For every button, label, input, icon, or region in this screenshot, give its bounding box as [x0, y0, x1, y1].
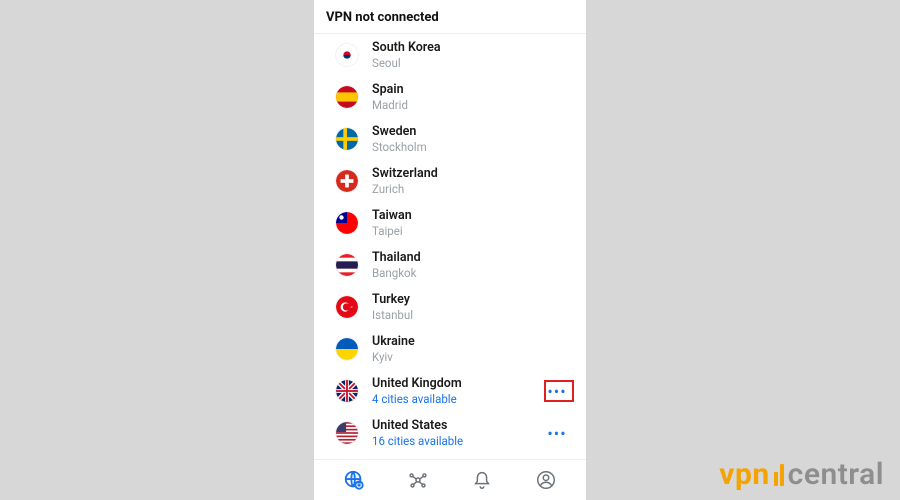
tab-profile[interactable] — [526, 460, 566, 500]
country-row[interactable]: South KoreaSeoul — [314, 34, 586, 76]
tab-globe[interactable] — [334, 460, 374, 500]
city-name: Kyiv — [372, 350, 572, 364]
city-name: Zurich — [372, 182, 572, 196]
city-name: Istanbul — [372, 308, 572, 322]
more-options-button[interactable]: ••• — [542, 382, 572, 401]
country-labels: TurkeyIstanbul — [372, 292, 572, 322]
country-row[interactable]: United Kingdom4 cities available••• — [314, 370, 586, 412]
country-name: Taiwan — [372, 208, 572, 224]
country-row[interactable]: TaiwanTaipei — [314, 202, 586, 244]
country-labels: SwitzerlandZurich — [372, 166, 572, 196]
country-row[interactable]: TurkeyIstanbul — [314, 286, 586, 328]
bell-icon — [471, 469, 493, 491]
app-screen: VPN not connected South KoreaSeoul SpainM… — [314, 0, 586, 500]
country-name: United States — [372, 418, 542, 434]
country-row[interactable]: SwitzerlandZurich — [314, 160, 586, 202]
watermark-right: central — [788, 457, 884, 492]
signal-bars-icon — [774, 464, 784, 486]
country-list[interactable]: South KoreaSeoul SpainMadrid SwedenStockho… — [314, 34, 586, 459]
tab-notifications[interactable] — [462, 460, 502, 500]
country-labels: United Kingdom4 cities available — [372, 376, 542, 406]
status-header: VPN not connected — [314, 0, 586, 34]
flag-icon — [336, 296, 358, 318]
globe-lock-icon — [343, 469, 365, 491]
country-labels: UkraineKyiv — [372, 334, 572, 364]
flag-icon — [336, 422, 358, 444]
country-row[interactable]: ThailandBangkok — [314, 244, 586, 286]
country-labels: TaiwanTaipei — [372, 208, 572, 238]
status-title: VPN not connected — [326, 10, 439, 25]
flag-icon — [336, 86, 358, 108]
city-name: Stockholm — [372, 140, 572, 154]
country-row[interactable]: UkraineKyiv — [314, 328, 586, 370]
watermark-left: vpn — [719, 457, 769, 492]
profile-icon — [535, 469, 557, 491]
country-name: Ukraine — [372, 334, 572, 350]
flag-icon — [336, 254, 358, 276]
country-name: Thailand — [372, 250, 572, 266]
hub-icon — [407, 469, 429, 491]
city-name: Bangkok — [372, 266, 572, 280]
flag-icon — [336, 212, 358, 234]
cities-available-link[interactable]: 16 cities available — [372, 434, 542, 448]
more-options-button[interactable]: ••• — [542, 424, 572, 443]
flag-icon — [336, 128, 358, 150]
country-name: Switzerland — [372, 166, 572, 182]
country-name: Spain — [372, 82, 572, 98]
country-labels: United States16 cities available — [372, 418, 542, 448]
watermark-logo: vpn central — [719, 457, 884, 492]
city-name: Seoul — [372, 56, 572, 70]
tab-hub[interactable] — [398, 460, 438, 500]
country-row[interactable]: SpainMadrid — [314, 76, 586, 118]
city-name: Madrid — [372, 98, 572, 112]
country-name: Sweden — [372, 124, 572, 140]
country-name: South Korea — [372, 40, 572, 56]
country-row[interactable]: United States16 cities available••• — [314, 412, 586, 454]
country-labels: ThailandBangkok — [372, 250, 572, 280]
country-name: Turkey — [372, 292, 572, 308]
cities-available-link[interactable]: 4 cities available — [372, 392, 542, 406]
flag-icon — [336, 338, 358, 360]
country-labels: South KoreaSeoul — [372, 40, 572, 70]
country-labels: SpainMadrid — [372, 82, 572, 112]
flag-icon — [336, 380, 358, 402]
tab-bar — [314, 459, 586, 500]
country-row[interactable]: VietnamHanoi — [314, 454, 586, 459]
flag-icon — [336, 170, 358, 192]
city-name: Taipei — [372, 224, 572, 238]
country-name: United Kingdom — [372, 376, 542, 392]
country-row[interactable]: SwedenStockholm — [314, 118, 586, 160]
country-labels: SwedenStockholm — [372, 124, 572, 154]
flag-icon — [336, 44, 358, 66]
